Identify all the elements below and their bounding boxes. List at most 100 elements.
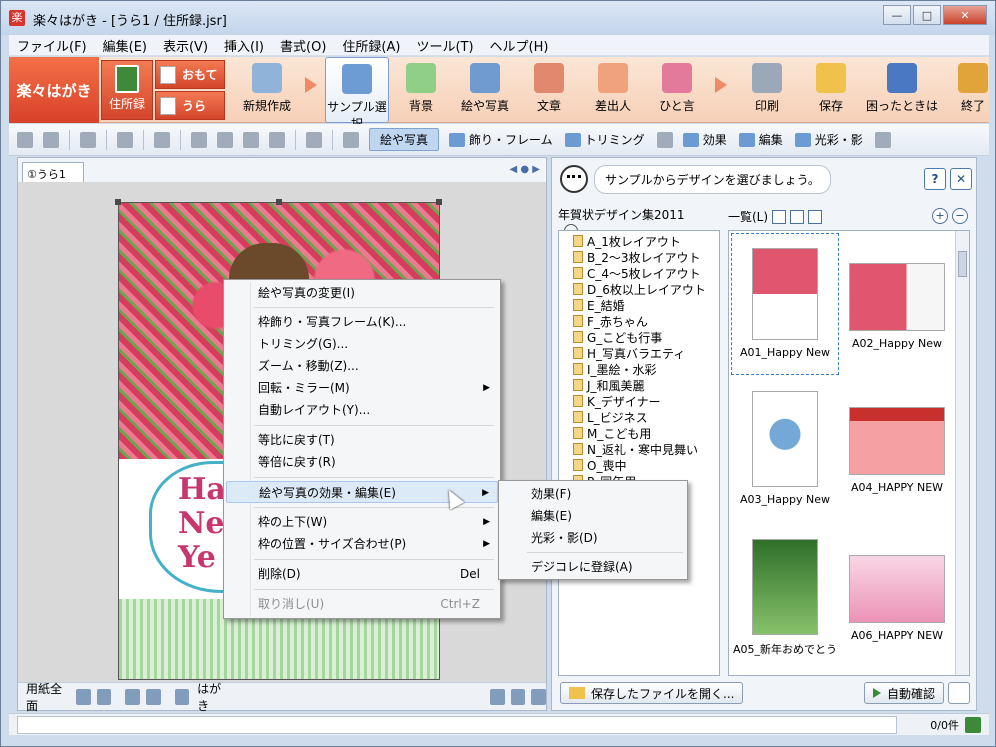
- light-shadow-button[interactable]: 光彩・影: [794, 131, 863, 148]
- resize-handle[interactable]: [276, 199, 282, 205]
- menu-insert[interactable]: 挿入(I): [216, 36, 272, 55]
- next-page-icon[interactable]: [269, 131, 285, 148]
- tab-picture[interactable]: 絵や写真: [369, 128, 440, 151]
- thumb-item[interactable]: A02_Happy New: [843, 247, 951, 350]
- undo-icon[interactable]: [17, 131, 33, 148]
- effect-button[interactable]: 効果: [682, 131, 727, 148]
- ctx-change-picture[interactable]: 絵や写真の変更(I): [226, 282, 498, 304]
- copy-page-icon[interactable]: [510, 688, 526, 705]
- thumb-zoom-out-icon[interactable]: −: [952, 208, 968, 224]
- tree-item[interactable]: B_2～3枚レイアウト: [573, 249, 719, 265]
- tab-nav-arrows[interactable]: ◀ ● ▶: [510, 164, 540, 175]
- thumb-item[interactable]: A03_Happy New: [731, 391, 839, 506]
- tree-item[interactable]: F_赤ちゃん: [573, 313, 719, 329]
- thumb-item[interactable]: A05_新年おめでとう: [731, 539, 839, 657]
- submenu-light-shadow[interactable]: 光彩・影(D): [501, 527, 685, 549]
- background-button[interactable]: 背景: [389, 57, 453, 123]
- thumb-scrollbar[interactable]: [955, 231, 969, 675]
- auto-check-button[interactable]: 自動確認: [863, 682, 944, 704]
- thumb-item[interactable]: A06_HAPPY NEW: [843, 539, 951, 642]
- stamp-icon[interactable]: [154, 131, 170, 148]
- menu-edit[interactable]: 編集(E): [95, 36, 155, 55]
- maximize-button[interactable]: □: [913, 5, 941, 25]
- tree-item[interactable]: M_こども用: [573, 425, 719, 441]
- print-button[interactable]: 印刷: [735, 57, 799, 123]
- ctx-zoom-move[interactable]: ズーム・移動(Z)...: [226, 355, 498, 377]
- trim-button[interactable]: トリミング: [564, 131, 645, 148]
- zoom-move-icon[interactable]: [656, 131, 673, 148]
- pane-help-button[interactable]: ?: [924, 168, 946, 190]
- menu-address[interactable]: 住所録(A): [334, 36, 408, 55]
- tree-item[interactable]: N_返礼・寒中見舞い: [573, 441, 719, 457]
- tree-item[interactable]: O_喪中: [573, 457, 719, 473]
- redo-icon[interactable]: [43, 131, 59, 148]
- picture-button[interactable]: 絵や写真: [453, 57, 517, 123]
- ctx-frame[interactable]: 枠飾り・写真フレーム(K)...: [226, 311, 498, 333]
- digicolle-icon[interactable]: [874, 131, 891, 148]
- view-medium-icon[interactable]: [790, 209, 805, 224]
- thumb-item[interactable]: A01_Happy New: [731, 233, 839, 375]
- thumb-zoom-in-icon[interactable]: +: [932, 208, 948, 224]
- message-button[interactable]: ひと言: [645, 57, 709, 123]
- tree-item[interactable]: E_結婚: [573, 297, 719, 313]
- address-book-button[interactable]: 住所録: [101, 60, 153, 120]
- select-icon[interactable]: [117, 131, 133, 148]
- tree-item[interactable]: C_4～5枚レイアウト: [573, 265, 719, 281]
- ctx-delete[interactable]: 削除(D) Del: [226, 563, 498, 585]
- save-button[interactable]: 保存: [799, 57, 863, 123]
- front-side-button[interactable]: おもて: [155, 60, 225, 89]
- exit-button[interactable]: 終了: [941, 57, 996, 123]
- ctx-frame-order[interactable]: 枠の上下(W) ▶: [226, 511, 498, 533]
- trash-icon[interactable]: [80, 131, 96, 148]
- frame-select-icon[interactable]: [343, 131, 359, 148]
- new-button[interactable]: 新規作成: [235, 57, 299, 123]
- text-button[interactable]: 文章: [517, 57, 581, 123]
- submenu-edit[interactable]: 編集(E): [501, 505, 685, 527]
- grid-icon[interactable]: [306, 131, 322, 148]
- thumb-item[interactable]: A04_HAPPY NEW: [843, 391, 951, 494]
- page-add-icon[interactable]: [191, 131, 207, 148]
- first-page-icon[interactable]: [217, 131, 233, 148]
- ctx-frame-fit[interactable]: 枠の位置・サイズ合わせ(P) ▶: [226, 533, 498, 555]
- tree-item[interactable]: J_和風美麗: [573, 377, 719, 393]
- ctx-trim[interactable]: トリミング(G)...: [226, 333, 498, 355]
- info-icon[interactable]: [174, 688, 190, 705]
- export-icon[interactable]: [490, 688, 505, 705]
- view-small-icon[interactable]: [772, 209, 787, 224]
- ctx-actual-size[interactable]: 等倍に戻す(R): [226, 451, 498, 473]
- submenu-digicolle[interactable]: デジコレに登録(A): [501, 556, 685, 578]
- back-side-button[interactable]: うら: [155, 91, 225, 120]
- menu-format[interactable]: 書式(O): [272, 36, 334, 55]
- open-saved-button[interactable]: 保存したファイルを開く...: [560, 682, 744, 704]
- menu-file[interactable]: ファイル(F): [9, 36, 95, 55]
- prev-page-icon[interactable]: [243, 131, 259, 148]
- submenu-effect[interactable]: 効果(F): [501, 483, 685, 505]
- ctx-auto-layout[interactable]: 自動レイアウト(Y)...: [226, 399, 498, 421]
- tree-item[interactable]: D_6枚以上レイアウト: [573, 281, 719, 297]
- tree-item[interactable]: H_写真バラエティ: [573, 345, 719, 361]
- resize-handle[interactable]: [436, 199, 442, 205]
- tree-item[interactable]: G_こども行事: [573, 329, 719, 345]
- tree-item[interactable]: I_墨絵・水彩: [573, 361, 719, 377]
- tree-item[interactable]: A_1枚レイアウト: [573, 233, 719, 249]
- doc-tab[interactable]: ①うら1: [22, 162, 84, 182]
- alert-icon[interactable]: [948, 682, 970, 704]
- tree-item[interactable]: L_ビジネス: [573, 409, 719, 425]
- menu-help[interactable]: ヘルプ(H): [482, 36, 557, 55]
- zoom-out-icon[interactable]: [96, 688, 112, 705]
- frame-button[interactable]: 飾り・フレーム: [449, 131, 553, 148]
- lock-icon[interactable]: [531, 688, 547, 705]
- menu-view[interactable]: 表示(V): [155, 36, 216, 55]
- zoom-in-icon[interactable]: [75, 688, 91, 705]
- minimize-button[interactable]: —: [883, 5, 911, 25]
- edit-button[interactable]: 編集: [738, 131, 783, 148]
- ctx-rotate-mirror[interactable]: 回転・ミラー(M) ▶: [226, 377, 498, 399]
- view-large-icon[interactable]: [808, 209, 823, 224]
- pane-close-button[interactable]: ✕: [950, 168, 972, 190]
- sample-select-button[interactable]: サンプル選択: [325, 57, 389, 131]
- layout-icon[interactable]: [145, 688, 161, 705]
- sender-button[interactable]: 差出人: [581, 57, 645, 123]
- ctx-ratio-reset[interactable]: 等比に戻す(T): [226, 429, 498, 451]
- print-preview-icon[interactable]: [125, 688, 140, 705]
- tree-item[interactable]: K_デザイナー: [573, 393, 719, 409]
